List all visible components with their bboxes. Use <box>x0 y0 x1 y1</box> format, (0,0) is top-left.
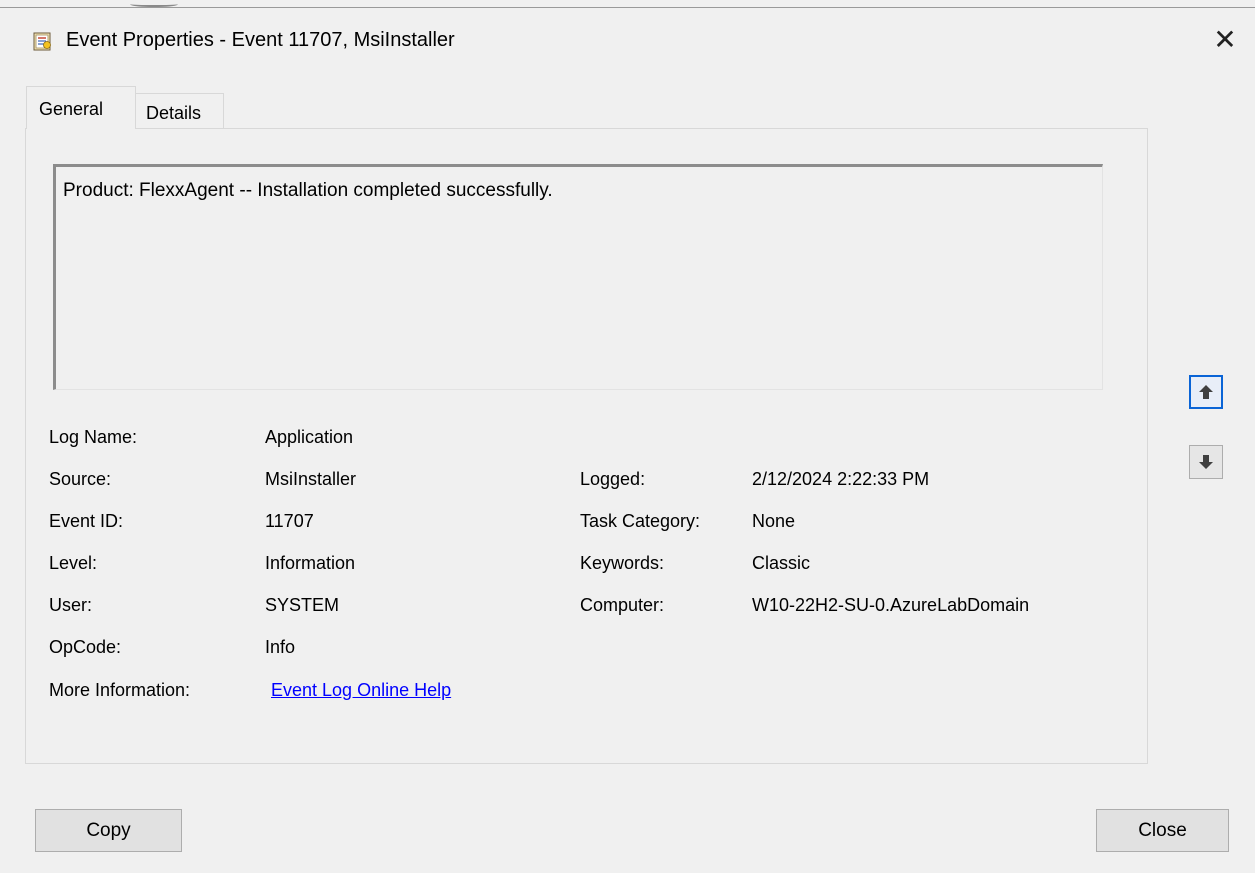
logged-value[interactable]: 2/12/2024 2:22:33 PM <box>752 469 929 490</box>
source-value[interactable]: MsiInstaller <box>265 469 356 490</box>
title-bar[interactable]: Event Properties - Event 11707, MsiInsta… <box>0 9 1255 71</box>
more-information-label: More Information: <box>49 680 191 700</box>
user-value[interactable]: SYSTEM <box>265 595 339 616</box>
event-properties-icon <box>33 31 53 51</box>
opcode-value[interactable]: Info <box>265 637 295 658</box>
source-label: Source: <box>49 469 112 489</box>
level-label: Level: <box>49 553 98 573</box>
tab-general[interactable]: General <box>26 86 136 129</box>
window-top-edge <box>0 0 1255 8</box>
tab-details[interactable]: Details <box>136 93 224 129</box>
event-properties-window: Event Properties - Event 11707, MsiInsta… <box>0 0 1255 873</box>
previous-event-button[interactable] <box>1189 375 1223 409</box>
computer-value[interactable]: W10-22H2-SU-0.AzureLabDomain <box>752 595 1029 616</box>
task-category-label: Task Category: <box>580 511 701 531</box>
event-id-label: Event ID: <box>49 511 124 531</box>
keywords-label: Keywords: <box>580 553 665 573</box>
logged-label: Logged: <box>580 469 646 489</box>
next-event-button[interactable] <box>1189 445 1223 479</box>
copy-button[interactable]: Copy <box>35 809 182 852</box>
log-name-value[interactable]: Application <box>265 427 353 448</box>
task-category-value[interactable]: None <box>752 511 795 532</box>
close-icon[interactable]: ✕ <box>1208 23 1242 57</box>
user-label: User: <box>49 595 93 615</box>
event-description: Product: FlexxAgent -- Installation comp… <box>63 180 553 201</box>
log-name-label: Log Name: <box>49 427 138 447</box>
window-title: Event Properties - Event 11707, MsiInsta… <box>66 29 455 51</box>
close-button[interactable]: Close <box>1096 809 1229 852</box>
computer-label: Computer: <box>580 595 665 615</box>
level-value[interactable]: Information <box>265 553 355 574</box>
event-log-online-help-link[interactable]: Event Log Online Help <box>271 680 451 701</box>
opcode-label: OpCode: <box>49 637 122 657</box>
keywords-value[interactable]: Classic <box>752 553 810 574</box>
event-id-value[interactable]: 11707 <box>265 511 314 532</box>
background-window-fragment <box>130 0 178 7</box>
event-description-box[interactable]: Product: FlexxAgent -- Installation comp… <box>53 164 1103 390</box>
